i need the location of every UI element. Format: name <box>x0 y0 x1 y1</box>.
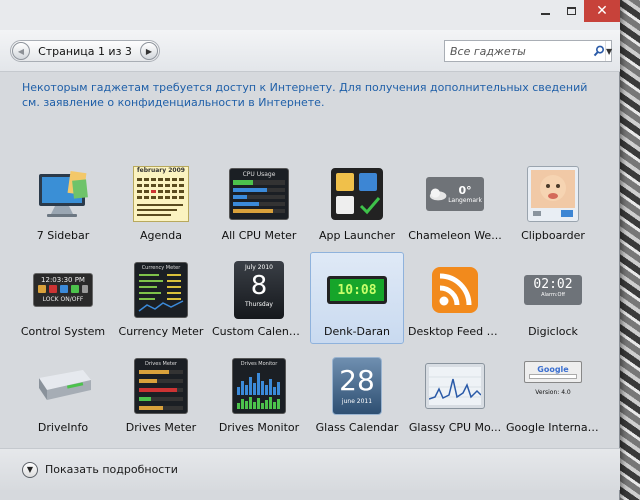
digiclock-icon: 02:02 Alarm:Off <box>521 261 585 319</box>
search-dropdown-button[interactable]: ▼ <box>605 41 612 61</box>
custom-calendar-weekday: Thursday <box>245 301 273 308</box>
glass-calendar-month: june 2011 <box>341 398 373 405</box>
arrow-right-icon: ▶ <box>145 46 153 56</box>
calendar-grid-icon: february 2009 <box>129 165 193 223</box>
gadget-all-cpu-meter[interactable]: CPU Usage All CPU Meter <box>212 156 306 248</box>
minimize-button[interactable] <box>532 0 558 22</box>
app-launcher-icon <box>325 165 389 223</box>
chevron-down-icon: ▼ <box>22 461 38 478</box>
show-details-button[interactable]: ▼ Показать подробности <box>22 461 178 478</box>
gadget-app-launcher[interactable]: App Launcher <box>310 156 404 248</box>
title-bar: ✕ <box>0 0 620 30</box>
drives-meter-icon: Drives Meter <box>129 357 193 415</box>
gadget-label: 7 Sidebar <box>36 229 90 242</box>
gadget-label: Custom Calendar <box>212 325 306 338</box>
gadget-label: Drives Monitor <box>218 421 300 434</box>
maximize-button[interactable] <box>558 0 584 22</box>
drives-monitor-icon: Drives Monitor <box>227 357 291 415</box>
gadget-clipboarder[interactable]: Clipboarder <box>506 156 600 248</box>
gadget-driveinfo[interactable]: DriveInfo <box>16 348 110 440</box>
gadget-drives-meter[interactable]: Drives Meter Drives Meter <box>114 348 208 440</box>
gadget-label: Chameleon We... <box>408 229 502 242</box>
search-box: ▼ <box>444 40 612 62</box>
hard-drive-icon <box>31 357 95 415</box>
google-version: Version: 4.0 <box>535 389 571 396</box>
search-input[interactable] <box>445 41 593 61</box>
gadget-label: Control System <box>20 325 106 338</box>
gadget-label: Google Internati... <box>506 421 600 434</box>
show-details-label: Показать подробности <box>45 463 178 476</box>
gadget-currency-meter[interactable]: Currency Meter Currency Meter <box>114 252 208 344</box>
glass-calendar-icon: 28 june 2011 <box>325 357 389 415</box>
custom-calendar-day: 8 <box>250 271 268 301</box>
control-system-time: 12:03:30 PM <box>41 276 85 284</box>
gadget-glassy-cpu-monitor[interactable]: Glassy CPU Mo... <box>408 348 502 440</box>
weather-temp: 0° <box>458 184 472 197</box>
gadget-label: DriveInfo <box>37 421 89 434</box>
maximize-icon <box>566 7 576 15</box>
cpu-meter-title: CPU Usage <box>242 171 276 178</box>
weather-location: Langemark <box>448 197 482 204</box>
gadget-agenda[interactable]: february 2009 Agenda <box>114 156 208 248</box>
chevron-down-icon: ▼ <box>606 46 613 56</box>
cpu-meter-icon: CPU Usage <box>227 165 291 223</box>
gadget-chameleon-weather[interactable]: 0° Langemark Chameleon We... <box>408 156 502 248</box>
close-button[interactable]: ✕ <box>584 0 620 22</box>
privacy-notice: Некоторым гаджетам требуется доступ к Ин… <box>22 81 588 109</box>
gadget-drives-monitor[interactable]: Drives Monitor Drives Monitor <box>212 348 306 440</box>
custom-calendar-month: July 2010 <box>245 264 273 271</box>
gadget-label: Denk-Daran <box>324 325 390 338</box>
gadget-label: Glassy CPU Mo... <box>408 421 502 434</box>
previous-page-button[interactable]: ◀ <box>12 42 30 60</box>
digiclock-time: 02:02 <box>533 277 573 292</box>
gadget-glass-calendar[interactable]: 28 june 2011 Glass Calendar <box>310 348 404 440</box>
gadget-label: Agenda <box>140 229 182 242</box>
gadget-label: All CPU Meter <box>221 229 297 242</box>
cpu-graph-icon <box>423 357 487 415</box>
gadgets-window: ✕ ◀ Страница 1 из 3 ▶ ▼ Неко <box>0 0 620 500</box>
gadget-denk-daran[interactable]: 10:08 Denk-Daran <box>310 252 404 344</box>
gadget-label: Glass Calendar <box>315 421 399 434</box>
gadget-desktop-feed-reader[interactable]: Desktop Feed R... <box>408 252 502 344</box>
gadget-7-sidebar[interactable]: 7 Sidebar <box>16 156 110 248</box>
gadget-label: Clipboarder <box>521 229 585 242</box>
gadget-label: Digiclock <box>528 325 578 338</box>
gadget-digiclock[interactable]: 02:02 Alarm:Off Digiclock <box>506 252 600 344</box>
minimize-icon <box>540 13 550 15</box>
monitor-icon <box>31 165 95 223</box>
control-panel-icon: 12:03:30 PM LOCK ON/OFF <box>31 261 95 319</box>
rss-feed-icon <box>423 261 487 319</box>
footer: ▼ Показать подробности <box>0 448 620 490</box>
toolbar: ◀ Страница 1 из 3 ▶ ▼ <box>0 30 620 72</box>
search-icon <box>593 45 605 57</box>
arrow-left-icon: ◀ <box>17 46 25 56</box>
currency-meter-icon: Currency Meter <box>129 261 193 319</box>
page-navigator: ◀ Страница 1 из 3 ▶ <box>10 40 160 62</box>
digiclock-alarm: Alarm:Off <box>541 292 565 298</box>
gadget-control-system[interactable]: 12:03:30 PM LOCK ON/OFF Control System <box>16 252 110 344</box>
glass-calendar-day: 28 <box>339 364 375 397</box>
digital-clock-icon: 10:08 <box>325 261 389 319</box>
photo-icon <box>521 165 585 223</box>
gadget-custom-calendar[interactable]: July 2010 8 Thursday Custom Calendar <box>212 252 306 344</box>
denk-daran-time: 10:08 <box>330 279 384 301</box>
gadget-label: App Launcher <box>318 229 396 242</box>
weather-icon: 0° Langemark <box>423 165 487 223</box>
gadget-label: Drives Meter <box>125 421 197 434</box>
next-page-button[interactable]: ▶ <box>140 42 158 60</box>
page-indicator: Страница 1 из 3 <box>38 44 132 58</box>
flip-calendar-icon: July 2010 8 Thursday <box>227 261 291 319</box>
search-button[interactable] <box>593 41 605 61</box>
google-search-icon: Google Version: 4.0 <box>521 357 585 415</box>
control-system-lock: LOCK ON/OFF <box>42 296 84 303</box>
gadget-google-international[interactable]: Google Version: 4.0 Google Internati... <box>506 348 600 440</box>
gadget-label: Currency Meter <box>118 325 204 338</box>
google-logo-text: Google <box>537 365 569 374</box>
gadget-label: Desktop Feed R... <box>408 325 502 338</box>
close-icon: ✕ <box>596 3 608 19</box>
